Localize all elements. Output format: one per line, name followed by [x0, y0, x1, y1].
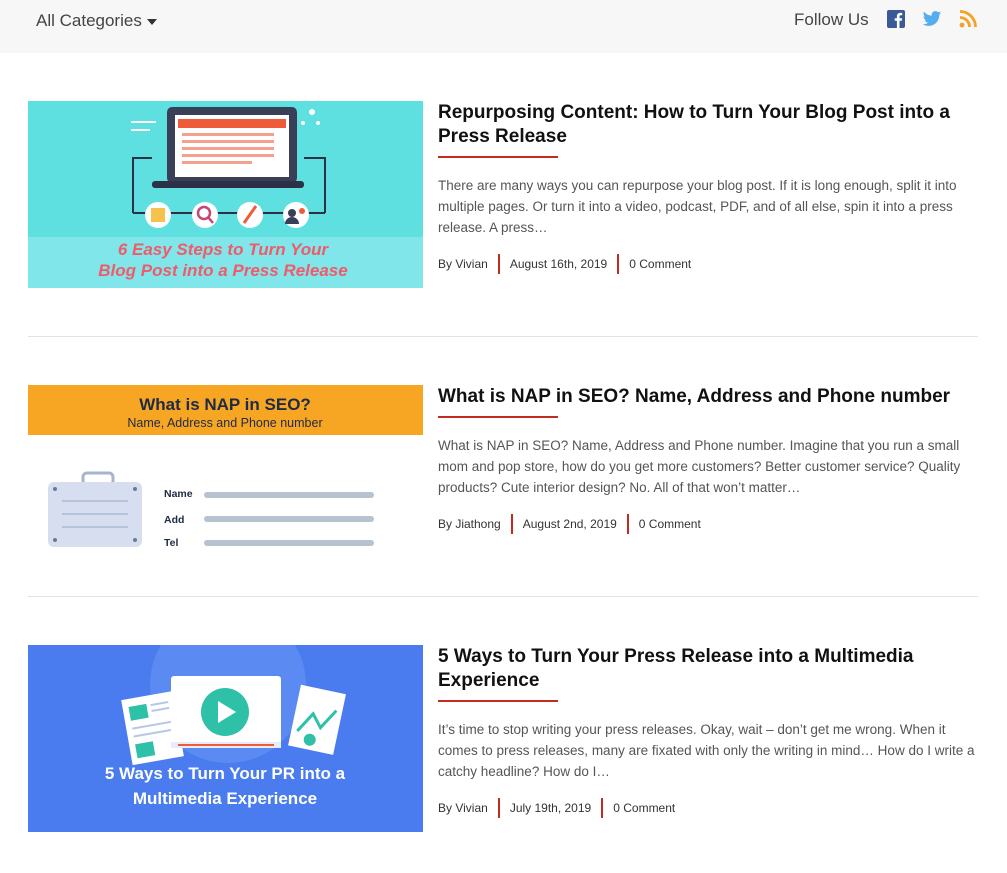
post-title[interactable]: What is NAP in SEO? Name, Address and Ph…	[438, 385, 978, 409]
post-title[interactable]: 5 Ways to Turn Your Press Release into a…	[438, 645, 978, 693]
post-divider	[28, 336, 978, 337]
title-underline	[438, 416, 558, 418]
post-divider	[28, 596, 978, 597]
post-thumbnail[interactable]: What is NAP in SEO? Name, Address and Ph…	[28, 385, 423, 572]
thumbnail-field-name: Name	[164, 488, 193, 500]
post-excerpt: It’s time to stop writing your press rel…	[438, 722, 975, 779]
post-comments-link[interactable]: 0 Comment	[639, 517, 701, 531]
meta-separator	[626, 514, 629, 534]
post-meta: By Vivian July 19th, 2019 0 Comment	[438, 798, 978, 818]
meta-separator	[601, 798, 604, 818]
meta-separator	[617, 254, 620, 274]
post-comments-link[interactable]: 0 Comment	[613, 801, 675, 815]
title-underline	[438, 700, 558, 702]
top-bar: All Categories Follow Us	[0, 0, 1007, 53]
follow-us-label: Follow Us	[794, 10, 869, 29]
post-content: What is NAP in SEO? Name, Address and Ph…	[438, 385, 978, 534]
post-date: August 2nd, 2019	[522, 517, 617, 531]
post-thumbnail[interactable]: 6 Easy Steps to Turn Your Blog Post into…	[28, 101, 423, 288]
meta-separator	[497, 254, 500, 274]
facebook-icon[interactable]	[886, 9, 906, 29]
post-comments-link[interactable]: 0 Comment	[629, 257, 691, 271]
thumbnail-field-address: Add	[164, 514, 184, 526]
category-label: All Categories	[36, 11, 142, 30]
post-title[interactable]: Repurposing Content: How to Turn Your Bl…	[438, 101, 978, 149]
post-excerpt: There are many ways you can repurpose yo…	[438, 178, 957, 235]
twitter-icon[interactable]	[922, 9, 942, 29]
post-author[interactable]: By Vivian	[438, 801, 488, 815]
post-date: August 16th, 2019	[509, 257, 608, 271]
meta-separator	[497, 798, 500, 818]
rss-icon[interactable]	[958, 9, 978, 29]
post-excerpt: What is NAP in SEO? Name, Address and Ph…	[438, 438, 961, 495]
thumbnail-field-tel: Tel	[164, 537, 178, 549]
post-author[interactable]: By Jiathong	[438, 517, 501, 531]
post-date: July 19th, 2019	[509, 801, 592, 815]
caret-down-icon	[146, 18, 157, 25]
thumbnail-caption-line2: Blog Post into a Press Release	[98, 261, 347, 280]
title-underline	[438, 156, 558, 158]
post-thumbnail[interactable]: 5 Ways to Turn Your PR into a Multimedia…	[28, 645, 423, 832]
post-author[interactable]: By Vivian	[438, 257, 488, 271]
thumbnail-caption-line1: 6 Easy Steps to Turn Your	[118, 240, 330, 259]
thumbnail-heading: What is NAP in SEO?	[139, 395, 311, 414]
post-meta: By Vivian August 16th, 2019 0 Comment	[438, 254, 978, 274]
all-categories-dropdown[interactable]: All Categories	[36, 10, 157, 32]
post-content: Repurposing Content: How to Turn Your Bl…	[438, 101, 978, 274]
thumbnail-caption-line1: 5 Ways to Turn Your PR into a	[105, 764, 346, 783]
thumbnail-subheading: Name, Address and Phone number	[127, 416, 322, 430]
post-meta: By Jiathong August 2nd, 2019 0 Comment	[438, 514, 978, 534]
thumbnail-caption-line2: Multimedia Experience	[133, 789, 317, 808]
meta-separator	[510, 514, 513, 534]
post-content: 5 Ways to Turn Your Press Release into a…	[438, 645, 978, 818]
